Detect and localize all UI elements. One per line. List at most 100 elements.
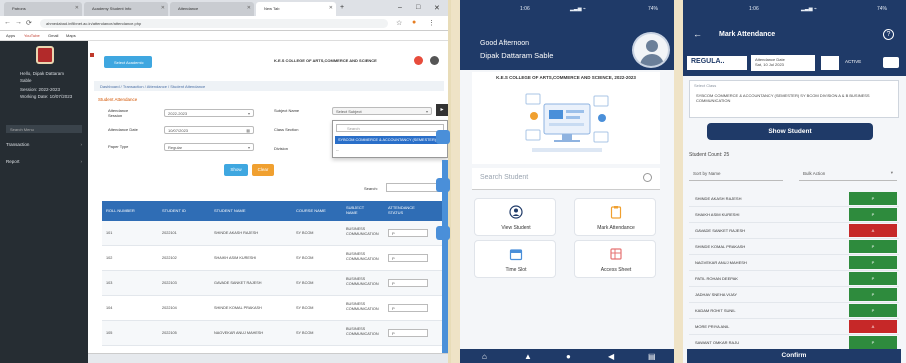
tile-time-slot[interactable]: Time Slot (474, 240, 556, 278)
attendance-status-button[interactable]: P (849, 240, 897, 253)
dropdown-search-input[interactable]: Search (336, 124, 444, 132)
browser-tab[interactable]: Patrons ✕ (4, 2, 82, 16)
user-line: Session: 2022-2023 (20, 87, 61, 92)
url-input[interactable]: ahmedabad.inflibnet.ac.in/attendance/att… (40, 19, 388, 28)
show-student-button[interactable]: Show Student (707, 123, 873, 140)
maximize-icon[interactable]: □ (416, 4, 420, 11)
session-select[interactable]: 2022-2023 ▾ (164, 109, 254, 117)
attendance-status-button[interactable]: P (849, 256, 897, 269)
dropdown-option[interactable]: SYBCOM COMMERCE & ACCOUNTANCY (SEMESTER) (335, 136, 446, 144)
attendance-status-button[interactable]: A (849, 320, 897, 333)
extension-icon[interactable]: ● (412, 19, 416, 26)
floating-action-icon[interactable] (436, 178, 450, 192)
paper-type-select[interactable]: REGULA.. (687, 56, 747, 70)
cell-id: 2022101 (162, 231, 177, 235)
menu-icon[interactable]: ▤ (648, 352, 656, 361)
status-select[interactable]: P (388, 254, 428, 262)
attendance-status-button[interactable]: P (849, 208, 897, 221)
column-header[interactable]: ATTENDANCE STATUS (388, 205, 428, 215)
floating-action-icon[interactable] (436, 130, 450, 144)
cell-subject: BUSINESS COMMUNICATION (346, 327, 379, 336)
app-sidebar: Hello, Dipak Dattaram Sable Session: 202… (0, 41, 88, 363)
close-icon[interactable]: ✕ (75, 5, 79, 11)
bulk-action-select[interactable]: Bulk Action ▾ (799, 167, 897, 181)
close-window-icon[interactable]: ✕ (434, 4, 440, 12)
cell-course: SY BCOM (296, 281, 314, 285)
bookmark-link[interactable]: YouTube (24, 33, 40, 38)
sort-input[interactable]: Sort by Name (689, 167, 783, 181)
bookmark-link[interactable]: Apps (6, 33, 15, 38)
floating-action-icon[interactable] (436, 226, 450, 240)
select-academic-button[interactable]: Select Academic (104, 56, 152, 68)
subject-select[interactable]: Select Subject ▾ (332, 107, 432, 115)
status-select[interactable]: P (388, 329, 428, 337)
search-icon[interactable] (643, 173, 652, 182)
sidebar-search-input[interactable]: Search Menu (6, 125, 82, 133)
class-select[interactable]: Select Class SYBCOM COMMERCE & ACCOUNTAN… (689, 80, 899, 118)
time-field[interactable] (821, 56, 839, 70)
attendance-date-field[interactable]: Attendance Date Sat, 10 Jul 2023 (751, 55, 815, 71)
select-value: Regular (168, 145, 183, 150)
attendance-status-button[interactable]: P (849, 288, 897, 301)
student-search-input[interactable]: Search Student (472, 168, 660, 190)
attendance-status-button[interactable]: P (849, 336, 897, 349)
attendance-filters: REGULA.. Attendance Date Sat, 10 Jul 202… (683, 50, 906, 76)
clear-button[interactable]: Clear (252, 164, 274, 176)
browser-tab[interactable]: Attendance ✕ (170, 2, 254, 16)
column-header[interactable]: ROLL NUMBER (106, 208, 146, 213)
attendance-status-button[interactable]: P (849, 272, 897, 285)
forward-icon[interactable]: → (15, 19, 22, 26)
table-search-input[interactable] (386, 183, 442, 192)
expand-icon[interactable]: ▸ (436, 104, 448, 116)
tile-access-sheet[interactable]: Access Sheet (574, 240, 656, 278)
close-icon[interactable]: ✕ (329, 5, 333, 11)
confirm-button[interactable]: Confirm (687, 349, 901, 363)
column-header[interactable]: STUDENT NAME (214, 208, 274, 213)
user-name: Dipak Dattaram Sable (480, 51, 554, 60)
star-icon[interactable]: ☆ (396, 19, 402, 27)
breadcrumb: Dashboard / Transaction / Attendance / S… (94, 81, 444, 91)
user-icon[interactable] (430, 56, 439, 65)
menu-dots-icon[interactable]: ⋮ (428, 19, 435, 27)
field-label: Attendance Date (108, 127, 138, 132)
status-select[interactable]: P (388, 304, 428, 312)
browser-tab-active[interactable]: New Tab ✕ (256, 2, 336, 16)
show-button[interactable]: Show (224, 164, 248, 176)
close-icon[interactable]: ✕ (247, 5, 251, 11)
column-header[interactable]: STUDENT ID (162, 208, 202, 213)
speaker-icon[interactable]: ◀ (608, 352, 614, 361)
notification-icon[interactable] (414, 56, 423, 65)
reload-icon[interactable]: ⟳ (26, 19, 32, 27)
division-select-value[interactable]: -- (336, 147, 444, 155)
help-icon[interactable]: ? (883, 29, 894, 40)
tile-view-student[interactable]: View Student (474, 198, 556, 236)
bookmark-link[interactable]: Gmail (48, 33, 58, 38)
close-icon[interactable]: ✕ (161, 5, 165, 11)
sidebar-item-transaction[interactable]: Transaction › (6, 142, 82, 147)
profile-icon[interactable]: ● (566, 352, 571, 361)
attendance-status-button[interactable]: P (849, 192, 897, 205)
tile-mark-attendance[interactable]: Mark Attendance (574, 198, 656, 236)
attendance-status-button[interactable]: A (849, 224, 897, 237)
status-select[interactable]: P (388, 229, 428, 237)
column-header[interactable]: COURSE NAME (296, 208, 336, 213)
dashboard-illustration (525, 93, 609, 152)
cell-course: SY BCOM (296, 256, 314, 260)
minimize-icon[interactable]: – (398, 4, 402, 11)
chevron-right-icon: › (80, 142, 83, 147)
notification-icon[interactable]: ▲ (524, 352, 532, 361)
attendance-date-input[interactable]: 10/07/2023 ▦ (164, 126, 254, 134)
toggle-icon[interactable] (883, 57, 899, 68)
paper-type-select[interactable]: Regular ▾ (164, 143, 254, 151)
attendance-status-button[interactable]: P (849, 304, 897, 317)
status-select[interactable]: P (388, 279, 428, 287)
bookmark-link[interactable]: Maps (66, 33, 76, 38)
back-icon[interactable]: ← (4, 19, 11, 26)
back-arrow-icon[interactable]: ← (693, 29, 702, 39)
home-icon[interactable]: ⌂ (482, 352, 487, 361)
browser-tab[interactable]: Academy Student Info ✕ (84, 2, 168, 16)
avatar[interactable] (632, 32, 670, 68)
sidebar-item-report[interactable]: Report › (6, 159, 82, 164)
column-header[interactable]: SUBJECT NAME (346, 205, 372, 215)
new-tab-icon[interactable]: + (340, 4, 344, 11)
